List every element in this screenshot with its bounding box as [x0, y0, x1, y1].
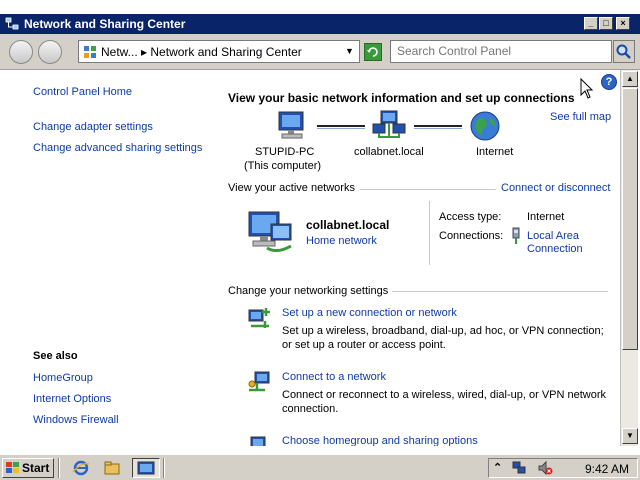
access-type-value: Internet: [527, 211, 565, 223]
task-homegroup-sharing-link[interactable]: Choose homegroup and sharing options: [282, 435, 478, 446]
control-panel-icon: [84, 46, 96, 58]
vertical-divider: [429, 201, 430, 265]
computer-name-label: STUPID-PC: [255, 146, 315, 158]
breadcrumb-root[interactable]: Netw...: [101, 45, 138, 59]
see-also-windows-firewall[interactable]: Windows Firewall: [33, 414, 119, 426]
refresh-icon[interactable]: [364, 43, 382, 61]
see-full-map-link[interactable]: See full map: [550, 111, 611, 123]
see-also-internet-options[interactable]: Internet Options: [33, 393, 111, 405]
system-tray: ⌃ 9:42 AM: [488, 458, 638, 478]
window-title: Network and Sharing Center: [24, 17, 186, 31]
home-network-icon: [248, 211, 292, 253]
internet-explorer-icon[interactable]: [72, 459, 90, 477]
connect-network-icon: [248, 371, 270, 392]
computer-sub-label: (This computer): [244, 160, 322, 172]
close-button[interactable]: ×: [616, 17, 630, 30]
address-bar[interactable]: Netw... ▸ Network and Sharing Center ▼: [78, 40, 360, 63]
search-icon: [616, 44, 631, 59]
task-setup-new-connection-desc: or set up a router or access point.: [282, 339, 446, 351]
taskbar-separator: [58, 458, 60, 478]
scroll-thumb[interactable]: [622, 88, 638, 350]
content-pane: Control Panel Home Change adapter settin…: [0, 70, 620, 446]
map-connection-line: [317, 128, 365, 129]
network-tray-icon[interactable]: [511, 460, 527, 476]
map-connection-line: [414, 125, 462, 127]
breadcrumb: Netw... ▸ Network and Sharing Center: [101, 45, 302, 59]
search-button[interactable]: [613, 40, 635, 63]
see-also-heading: See also: [33, 350, 78, 362]
start-label: Start: [22, 461, 50, 475]
home-network-link[interactable]: Home network: [306, 235, 377, 247]
local-area-connection-link-line1[interactable]: Local Area: [527, 230, 579, 242]
breadcrumb-separator-icon: ▸: [141, 45, 151, 59]
back-button[interactable]: [9, 40, 33, 64]
sidebar-link-change-adapter-settings[interactable]: Change adapter settings: [33, 121, 153, 133]
sidebar-link-control-panel-home[interactable]: Control Panel Home: [33, 86, 132, 98]
breadcrumb-current[interactable]: Network and Sharing Center: [150, 45, 301, 59]
show-hidden-icons-icon[interactable]: ⌃: [493, 461, 502, 474]
map-connection-line: [414, 128, 462, 129]
internet-globe-icon: [470, 111, 500, 141]
computer-icon: [278, 111, 304, 139]
taskbar: Start ⌃ 9:42 AM: [0, 454, 640, 480]
start-button[interactable]: Start: [2, 458, 54, 478]
network-window-icon: [137, 461, 155, 475]
help-icon[interactable]: ?: [601, 74, 617, 90]
scroll-down-button[interactable]: ▼: [622, 428, 638, 444]
mouse-pointer-icon: [580, 78, 594, 99]
internet-label: Internet: [476, 146, 514, 158]
active-networks-label: View your active networks: [228, 182, 355, 194]
address-dropdown-icon[interactable]: ▼: [345, 46, 354, 56]
network-name-label: collabnet.local: [354, 146, 424, 158]
local-area-connection-link-line2[interactable]: Connection: [527, 243, 583, 255]
search-input[interactable]: [397, 44, 597, 58]
minimize-button[interactable]: _: [584, 17, 598, 30]
search-box[interactable]: [390, 40, 612, 63]
section-divider: [360, 189, 496, 190]
task-setup-new-connection-link[interactable]: Set up a new connection or network: [282, 307, 457, 319]
change-settings-label: Change your networking settings: [228, 285, 389, 297]
task-setup-new-connection-desc: Set up a wireless, broadband, dial-up, a…: [282, 325, 604, 337]
forward-button[interactable]: [38, 40, 62, 64]
volume-muted-icon[interactable]: [537, 460, 553, 476]
connections-label: Connections:: [439, 230, 504, 242]
task-connect-to-network-desc: Connect or reconnect to a wireless, wire…: [282, 389, 607, 401]
taskbar-separator: [163, 458, 165, 478]
title-bar[interactable]: Network and Sharing Center _ □ ×: [0, 14, 640, 34]
network-icon: [372, 110, 406, 138]
section-divider: [392, 291, 608, 292]
taskbar-active-window-button[interactable]: [132, 458, 160, 478]
access-type-label: Access type:: [439, 211, 502, 223]
vertical-scrollbar[interactable]: ▲ ▼: [620, 70, 638, 446]
maximize-button[interactable]: □: [599, 17, 613, 30]
task-connect-to-network-link[interactable]: Connect to a network: [282, 371, 386, 383]
clock[interactable]: 9:42 AM: [585, 462, 629, 476]
network-app-icon: [5, 17, 19, 30]
homegroup-icon: [250, 436, 266, 446]
connect-or-disconnect-link[interactable]: Connect or disconnect: [501, 182, 610, 194]
ethernet-connection-icon: [512, 227, 520, 244]
navigation-bar: Netw... ▸ Network and Sharing Center ▼: [0, 34, 640, 70]
new-connection-icon: [248, 308, 270, 328]
file-explorer-icon[interactable]: [103, 459, 121, 477]
map-connection-line: [317, 125, 365, 127]
page-heading: View your basic network information and …: [228, 91, 575, 105]
scroll-up-button[interactable]: ▲: [622, 71, 638, 87]
see-also-homegroup[interactable]: HomeGroup: [33, 372, 93, 384]
windows-logo-icon: [6, 462, 19, 473]
sidebar-link-advanced-sharing-settings[interactable]: Change advanced sharing settings: [33, 142, 202, 154]
task-connect-to-network-desc: connection.: [282, 403, 339, 415]
active-network-name: collabnet.local: [306, 218, 390, 232]
